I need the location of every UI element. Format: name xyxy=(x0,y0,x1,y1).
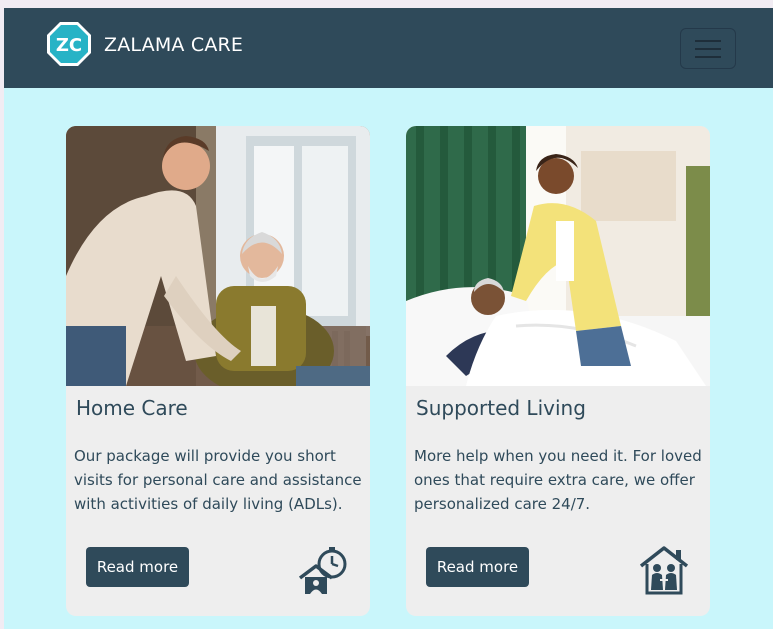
house-with-people-icon xyxy=(639,546,689,595)
navbar: ZC ZALAMA CARE xyxy=(4,8,773,88)
service-card-supported-living: Supported Living More help when you need… xyxy=(406,126,710,616)
hamburger-menu-icon xyxy=(695,39,721,42)
home-timer-icon xyxy=(298,547,347,594)
read-more-button[interactable]: Read more xyxy=(86,547,189,587)
card-title: Supported Living xyxy=(416,396,586,420)
card-description: Our package will provide you short visit… xyxy=(74,447,362,513)
menu-toggle-button[interactable] xyxy=(680,28,736,69)
card-title: Home Care xyxy=(76,396,188,420)
service-card-home-care: Home Care Our package will provide you s… xyxy=(66,126,370,616)
caregiver-tucking-in-patient-photo xyxy=(406,126,710,386)
card-description: More help when you need it. For loved on… xyxy=(414,447,702,513)
logo-text: ZC xyxy=(56,35,82,56)
caregiver-giving-medicine-photo xyxy=(66,126,370,386)
read-more-button[interactable]: Read more xyxy=(426,547,529,587)
page-frame: ZC ZALAMA CARE Home Care Our package wil… xyxy=(4,8,773,629)
logo-icon[interactable]: ZC xyxy=(46,21,92,67)
brand-name[interactable]: ZALAMA CARE xyxy=(104,34,243,56)
hamburger-menu-icon xyxy=(695,55,721,58)
hamburger-menu-icon xyxy=(695,47,721,50)
